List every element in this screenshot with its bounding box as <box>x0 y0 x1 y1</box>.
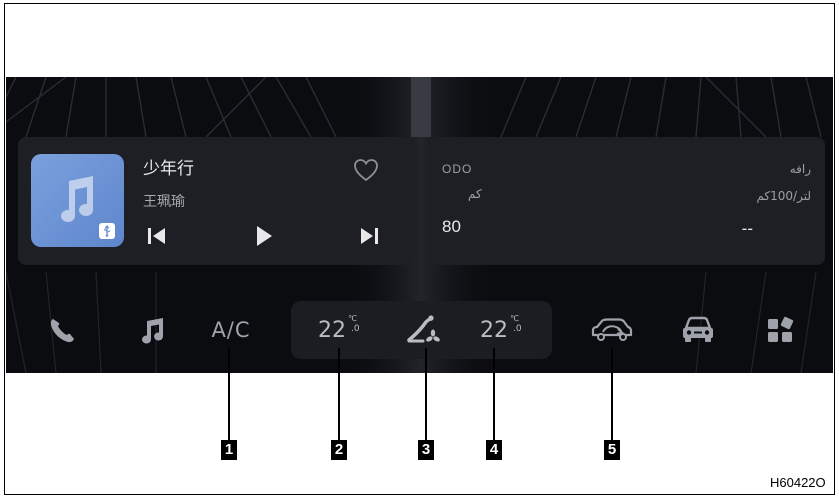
album-art[interactable] <box>31 154 124 247</box>
airflow-button[interactable] <box>401 313 445 347</box>
trip-info-card[interactable]: ODO كم 80 رافه لتر/100كم -- <box>428 137 825 265</box>
left-temp-value: 22 <box>318 317 346 343</box>
left-temp-unit: ℃ <box>348 314 357 323</box>
callout-number-5: 5 <box>604 440 620 460</box>
fuel-consumption-value: -- <box>741 219 753 238</box>
phone-icon <box>50 319 74 343</box>
heart-icon[interactable] <box>352 157 380 183</box>
skip-next-icon[interactable] <box>356 223 382 249</box>
fuel-consumption-label: رافه <box>789 162 811 176</box>
fuel-consumption-unit: لتر/100كم <box>756 189 811 203</box>
figure-code: H60422O <box>770 475 826 490</box>
callout-line-4 <box>493 348 495 440</box>
phone-button[interactable] <box>44 313 80 347</box>
airflow-fan-icon <box>407 315 440 343</box>
callout-number-1: 1 <box>221 440 237 460</box>
play-icon[interactable] <box>250 223 276 249</box>
usb-icon <box>99 223 115 239</box>
right-temp-decimal: .0 <box>513 324 522 334</box>
bottom-dock: A/C 22 ℃ .0 22 ℃ .0 <box>6 297 833 367</box>
music-button[interactable] <box>134 313 170 347</box>
car-recirculation-icon <box>591 318 633 341</box>
vehicle-button[interactable] <box>676 313 720 347</box>
callout-number-4: 4 <box>486 440 502 460</box>
ac-button[interactable]: A/C <box>201 313 261 347</box>
song-title: 少年行 <box>143 159 194 179</box>
callout-line-3 <box>425 348 427 440</box>
callout-line-1 <box>228 348 230 440</box>
right-temp-unit: ℃ <box>510 314 519 323</box>
right-temp-value: 22 <box>480 317 508 343</box>
apps-grid-icon <box>768 316 794 342</box>
odo-value: 80 <box>442 217 461 236</box>
left-temperature[interactable]: 22 ℃ .0 <box>318 313 368 347</box>
callout-line-2 <box>338 348 340 440</box>
skip-previous-icon[interactable] <box>144 223 170 249</box>
apps-button[interactable] <box>762 313 798 347</box>
callout-line-5 <box>611 348 613 440</box>
music-note-icon <box>142 318 164 344</box>
callout-number-3: 3 <box>418 440 434 460</box>
odo-label: ODO <box>442 162 473 176</box>
music-player-card[interactable]: 少年行 王珮瑜 <box>18 137 415 265</box>
infotainment-screen: 少年行 王珮瑜 ODO كم 80 رافه لتر/100كم -- A/C … <box>6 77 833 373</box>
car-front-icon <box>683 316 713 342</box>
recirculation-button[interactable] <box>586 313 638 347</box>
left-temp-decimal: .0 <box>351 324 360 334</box>
ac-label: A/C <box>211 318 251 342</box>
song-artist: 王珮瑜 <box>143 194 185 210</box>
right-temperature[interactable]: 22 ℃ .0 <box>480 313 530 347</box>
callout-number-2: 2 <box>331 440 347 460</box>
odo-unit: كم <box>468 187 482 201</box>
